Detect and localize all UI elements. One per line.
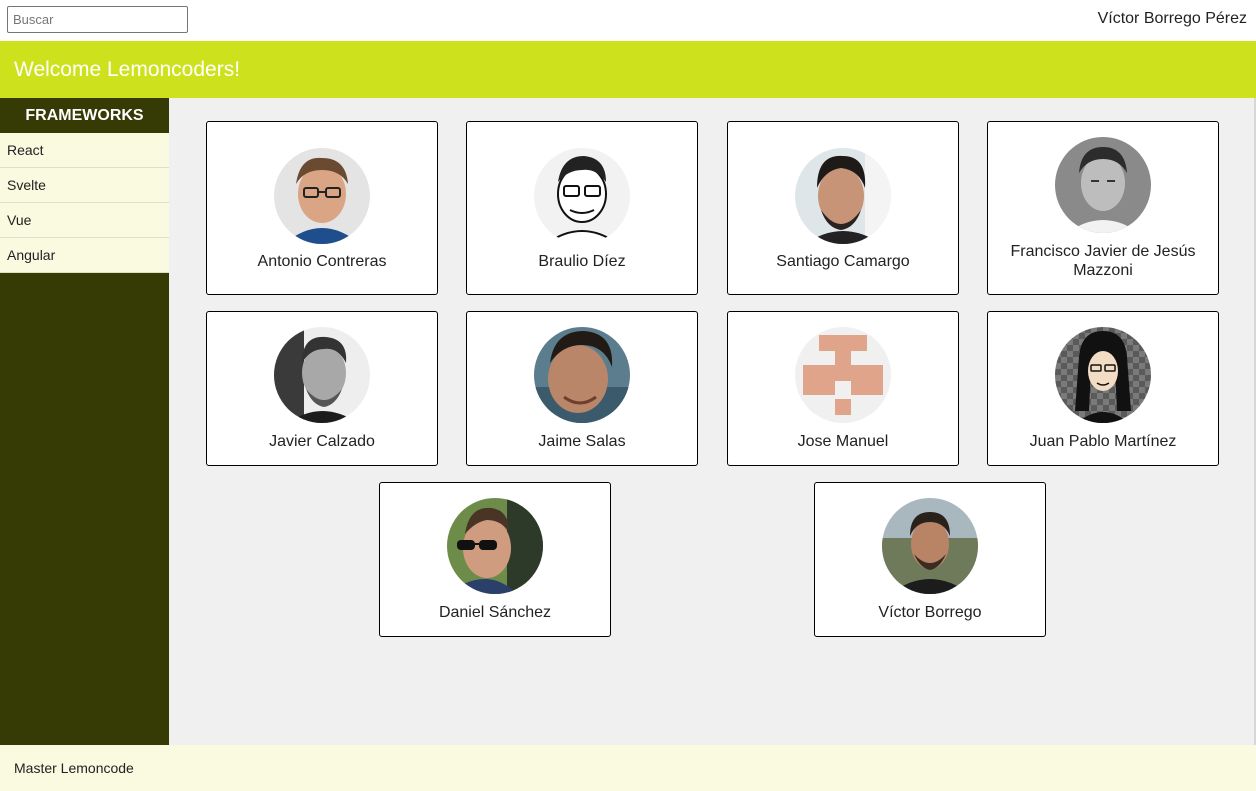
member-name: Braulio Díez (538, 253, 626, 270)
sidebar-item-angular[interactable]: Angular (0, 238, 169, 273)
sidebar-item-vue[interactable]: Vue (0, 203, 169, 238)
sidebar: FRAMEWORKS React Svelte Vue Angular (0, 98, 169, 745)
sidebar-item-svelte[interactable]: Svelte (0, 168, 169, 203)
photo-avatar-icon (447, 498, 543, 594)
member-card[interactable]: Santiago Camargo (727, 121, 959, 295)
member-card[interactable]: Víctor Borrego (814, 482, 1046, 637)
footer-text: Master Lemoncode (14, 760, 134, 776)
member-card[interactable]: Braulio Díez (466, 121, 698, 295)
photo-avatar-icon (274, 148, 370, 244)
identicon-avatar-icon (795, 327, 891, 423)
member-name: Juan Pablo Martínez (1029, 433, 1177, 450)
member-card[interactable]: Javier Calzado (206, 311, 438, 466)
member-card[interactable]: Jose Manuel (727, 311, 959, 466)
member-name: Víctor Borrego (878, 604, 982, 621)
member-name: Daniel Sánchez (438, 604, 552, 621)
member-card[interactable]: Jaime Salas (466, 311, 698, 466)
photo-avatar-icon (274, 327, 370, 423)
member-card[interactable]: Daniel Sánchez (379, 482, 611, 637)
member-name: Javier Calzado (269, 433, 375, 450)
member-card[interactable]: Francisco Javier de Jesús Mazzoni (987, 121, 1219, 295)
photo-avatar-icon (534, 327, 630, 423)
sidebar-item-react[interactable]: React (0, 133, 169, 168)
header-banner: Welcome Lemoncoders! (0, 41, 1256, 98)
sketch-avatar-icon (534, 148, 630, 244)
user-name: Víctor Borrego Pérez (1097, 10, 1247, 27)
photo-avatar-icon (795, 148, 891, 244)
member-card[interactable]: Juan Pablo Martínez (987, 311, 1219, 466)
footer: Master Lemoncode (0, 745, 1256, 791)
photo-avatar-icon (882, 498, 978, 594)
cartoon-avatar-icon (1055, 327, 1151, 423)
photo-avatar-icon (1055, 137, 1151, 233)
member-card[interactable]: Antonio Contreras (206, 121, 438, 295)
member-name: Francisco Javier de Jesús Mazzoni (1010, 243, 1196, 279)
member-name: Antonio Contreras (257, 253, 387, 270)
member-grid: Antonio Contreras Braulio Díez Santiago … (169, 98, 1256, 745)
search-input[interactable] (7, 6, 188, 33)
member-name: Santiago Camargo (776, 253, 910, 270)
top-bar: Víctor Borrego Pérez (0, 0, 1256, 41)
sidebar-title: FRAMEWORKS (25, 107, 144, 124)
member-name: Jaime Salas (538, 433, 626, 450)
page-title: Welcome Lemoncoders! (14, 58, 241, 81)
member-name: Jose Manuel (797, 433, 889, 450)
